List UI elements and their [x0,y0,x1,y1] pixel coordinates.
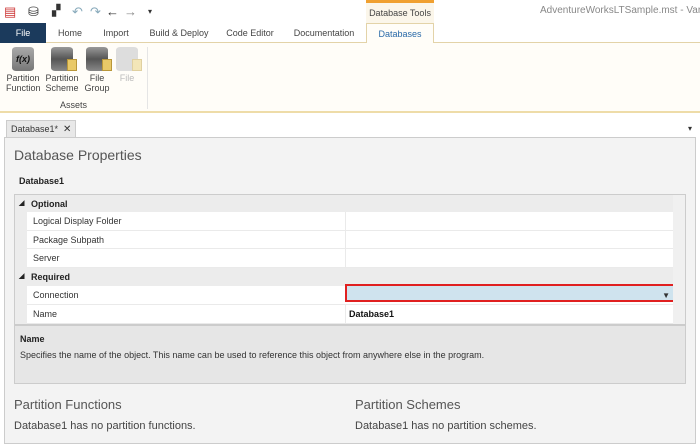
description-title: Name [20,334,45,344]
partition-functions-heading: Partition Functions [14,397,122,412]
button-label: Partition [45,73,79,83]
partition-functions-text: Database1 has no partition functions. [14,420,196,432]
property-label: Logical Display Folder [33,216,122,226]
partition-schemes-text: Database1 has no partition schemes. [355,420,537,432]
description-pane: Name Specifies the name of the object. T… [14,325,686,384]
category-label: Required [31,272,71,282]
button-label: Group [84,83,110,93]
category-optional[interactable]: ◢ Optional [15,195,673,214]
scrollbar[interactable] [673,195,685,324]
title-bar: ▤ ⛁ ▞ ↶ ↷ ← → ▾ Database Tools Adventure… [0,0,700,23]
deploy-icon[interactable]: ⛁ [28,4,39,20]
name-value[interactable]: Database1 [345,305,673,323]
property-grid: ◢ Optional Logical Display Folder Package… [14,194,686,325]
dropdown-arrow-icon[interactable]: ▼ [662,287,670,305]
forward-arrow-icon[interactable]: → [124,4,137,19]
file-button[interactable]: File [110,47,144,83]
button-label: Partition [6,73,40,83]
document-tab-label: Database1* [11,124,59,134]
category-label: Optional [31,199,68,209]
collapse-icon[interactable]: ◢ [19,268,24,286]
tab-home[interactable]: Home [52,23,88,43]
collapse-icon[interactable]: ◢ [19,195,24,213]
ribbon: f(x) Partition Function Partition Scheme F… [0,43,700,113]
partition-scheme-button[interactable]: Partition Scheme [45,47,79,93]
window-title: AdventureWorksLTSample.mst - Varig [540,5,700,16]
property-label: Server [33,253,60,263]
back-arrow-icon[interactable]: ← [106,4,119,19]
property-value[interactable] [345,212,673,230]
property-row-name[interactable]: Name Database1 [27,305,673,324]
button-label: Scheme [45,83,79,93]
property-label: Name [33,309,58,319]
database-folder-icon [86,47,112,71]
partition-function-button[interactable]: f(x) Partition Function [6,47,41,93]
tab-build-deploy[interactable]: Build & Deploy [144,23,214,43]
group-separator [147,47,148,109]
tab-file[interactable]: File [0,23,46,43]
redo-icon[interactable]: ↷ [90,4,101,20]
property-row[interactable]: Server [27,249,673,268]
property-row[interactable]: Package Subpath [27,230,673,249]
property-row-connection[interactable]: Connection ▼ [27,284,675,305]
file-group-button[interactable]: File Group [80,47,114,93]
context-tab-database-tools: Database Tools [366,0,434,23]
partition-schemes-heading: Partition Schemes [355,397,461,412]
tab-import[interactable]: Import [96,23,136,43]
close-icon[interactable]: ✕ [63,124,71,135]
group-label-assets: Assets [60,100,88,110]
property-value[interactable] [345,230,673,248]
database-folder-icon [116,47,142,71]
button-label: File [119,73,135,83]
document-tab[interactable]: Database1* ✕ [6,120,77,137]
tab-list-dropdown-icon[interactable]: ▾ [688,124,692,133]
function-icon: f(x) [12,47,34,71]
property-label: Connection [33,290,79,300]
customize-icon[interactable]: ▾ [148,7,152,16]
description-text: Specifies the name of the object. This n… [20,350,485,360]
object-name: Database1 [19,176,65,186]
page-title: Database Properties [14,147,142,163]
tab-documentation[interactable]: Documentation [288,23,360,43]
connection-dropdown[interactable]: ▼ [345,284,675,302]
button-label: File [89,73,105,83]
property-row[interactable]: Logical Display Folder [27,212,673,231]
tab-databases[interactable]: Databases [366,23,434,44]
app-icon: ▤ [4,4,17,19]
property-label: Package Subpath [33,234,105,245]
property-value[interactable] [345,249,673,267]
button-label: Function [6,83,41,93]
undo-icon[interactable]: ↶ [72,4,83,20]
sync-icon[interactable]: ▞ [52,4,60,17]
tab-code-editor[interactable]: Code Editor [222,23,278,43]
ribbon-tabs: File Home Import Build & Deploy Code Edi… [0,23,700,44]
database-folder-icon [51,47,77,71]
